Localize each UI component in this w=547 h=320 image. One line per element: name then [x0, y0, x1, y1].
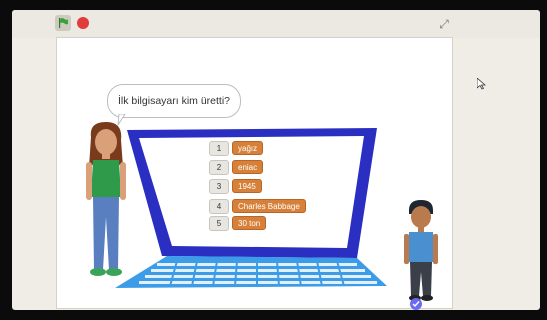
fullscreen-icon: ⤢ — [439, 16, 449, 31]
player-toolbar: ⤢ — [12, 10, 540, 38]
green-flag-icon — [59, 18, 68, 28]
list-item[interactable]: 1 yağız — [209, 140, 264, 156]
list-item[interactable]: 5 30 ton — [209, 215, 267, 231]
stop-button[interactable] — [77, 17, 89, 29]
list-item[interactable]: 3 1945 — [209, 178, 262, 194]
list-item[interactable]: 4 Charles Babbage — [209, 198, 306, 214]
list-index: 1 — [209, 140, 229, 156]
list-value[interactable]: Charles Babbage — [232, 199, 306, 213]
checkmark-badge-icon — [410, 298, 422, 310]
mouse-cursor-icon — [477, 78, 486, 90]
girl-sprite[interactable] — [81, 122, 131, 282]
speech-bubble-tail — [117, 114, 126, 126]
list-value[interactable]: yağız — [232, 141, 264, 155]
stage[interactable]: İlk bilgisayarı kim üretti? 1 yağız 2 en… — [56, 37, 486, 309]
list-index: 3 — [209, 178, 229, 194]
fullscreen-button[interactable]: ⤢ — [435, 16, 453, 32]
question-text: İlk bilgisayarı kim üretti? — [117, 95, 231, 107]
list-value[interactable]: eniac — [232, 160, 264, 174]
list-index: 2 — [209, 159, 229, 175]
speech-bubble: İlk bilgisayarı kim üretti? — [107, 84, 241, 118]
list-value[interactable]: 30 ton — [232, 216, 267, 230]
list-index: 4 — [209, 198, 229, 214]
boy-sprite[interactable] — [403, 200, 439, 302]
list-value[interactable]: 1945 — [232, 179, 262, 193]
list-index: 5 — [209, 215, 229, 231]
player-window: ⤢ İlk bilgisayarı kim üretti? 1 yağız 2 … — [12, 10, 540, 310]
green-flag-button[interactable] — [55, 15, 71, 31]
list-item[interactable]: 2 eniac — [209, 159, 264, 175]
